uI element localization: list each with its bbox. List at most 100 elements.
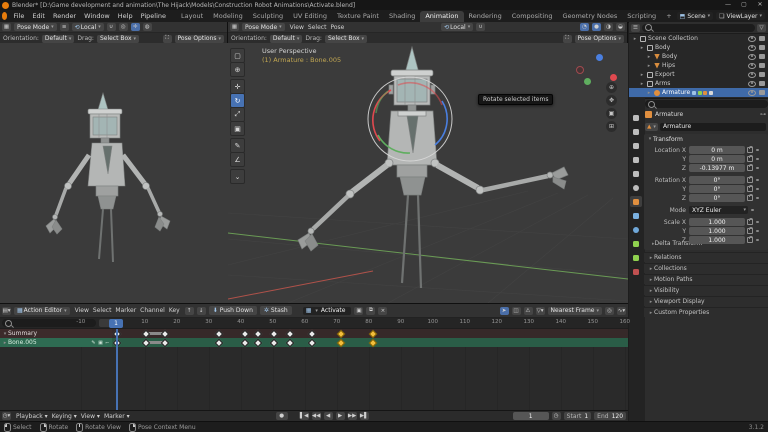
auto-keying-record-button[interactable]: ● xyxy=(276,412,288,420)
next-keyframe-button[interactable]: ▶▶ xyxy=(348,412,357,420)
action-selector[interactable]: ▦▾ Activate xyxy=(303,307,352,315)
pose-options-dropdown[interactable]: Pose Options▾ xyxy=(575,35,624,43)
transform-orientation-dropdown[interactable]: ⟲Local▾ xyxy=(441,23,473,31)
editor-type-icon[interactable]: ▦ xyxy=(2,23,11,31)
viewport-menu-select[interactable]: Select xyxy=(306,24,329,31)
transform-panel-header[interactable]: ▾ Transform xyxy=(644,134,768,144)
dopesheet-menu-select[interactable]: Select xyxy=(91,307,114,314)
drag-dropdown[interactable]: Select Box▾ xyxy=(97,35,139,43)
play-button[interactable]: ▶ xyxy=(336,412,345,420)
menu-edit[interactable]: Edit xyxy=(28,10,49,22)
field-value[interactable]: 0° xyxy=(689,194,745,202)
cursor-tool[interactable]: ⊕ xyxy=(230,62,245,77)
menu-render[interactable]: Render xyxy=(49,10,80,22)
shading-rendered-icon[interactable]: ◒ xyxy=(616,23,625,31)
expand-icon[interactable]: ▸ xyxy=(632,36,638,42)
dopesheet-menu-channel[interactable]: Channel xyxy=(138,307,167,314)
viewport-menu-view[interactable]: View xyxy=(288,24,306,31)
prev-keyframe-button[interactable]: ◀◀ xyxy=(312,412,321,420)
filter-icon[interactable]: ▽▾ xyxy=(536,307,545,315)
properties-tab-scene[interactable] xyxy=(630,168,642,179)
orientation-dropdown[interactable]: Default▾ xyxy=(270,35,302,43)
channel-summary[interactable]: ▾Summary xyxy=(0,329,112,338)
field-value[interactable]: -0.13977 m xyxy=(689,164,745,172)
hide-in-viewport-icon[interactable] xyxy=(748,81,756,87)
snap-dropdown[interactable]: Nearest Frame▾ xyxy=(548,307,602,315)
play-reverse-button[interactable]: ◀ xyxy=(324,412,333,420)
hide-hidden-icon[interactable]: ◫ xyxy=(512,307,521,315)
lock-icon[interactable] xyxy=(747,165,753,171)
animate-dot[interactable] xyxy=(756,230,759,233)
measure-tool[interactable]: ∠ xyxy=(230,152,245,167)
tab-compositing[interactable]: Compositing xyxy=(507,11,558,22)
disable-in-renders-icon[interactable] xyxy=(759,45,765,50)
menu-pipeline[interactable]: Pipeline xyxy=(137,10,170,22)
snap-magnet-icon[interactable]: ∪ xyxy=(476,23,485,31)
field-value[interactable]: 0° xyxy=(689,176,745,184)
properties-tab-constraints[interactable] xyxy=(630,238,642,249)
disable-in-renders-icon[interactable] xyxy=(759,63,765,68)
pose-options-dropdown[interactable]: Pose Options▾ xyxy=(175,35,224,43)
object-name-field[interactable]: Armature xyxy=(660,123,766,131)
animate-dot[interactable] xyxy=(756,188,759,191)
zoom-button[interactable]: ⊕ xyxy=(606,82,617,93)
outliner-row-body[interactable]: ▸Body xyxy=(629,52,768,61)
mute-checkbox[interactable]: ▣ xyxy=(98,340,103,346)
view-layer-selector[interactable]: ❏ViewLayer▾ xyxy=(716,12,765,20)
frame-end-field[interactable]: End120 xyxy=(594,412,626,420)
drag-dropdown[interactable]: Select Box▾ xyxy=(325,35,367,43)
extra-tool[interactable]: ⌄ xyxy=(230,169,245,184)
section-motion-paths[interactable]: ▸Motion Paths xyxy=(644,274,768,284)
tab-texture-paint[interactable]: Texture Paint xyxy=(332,11,384,22)
axis-x-ball[interactable] xyxy=(610,74,617,81)
expand-icon[interactable]: ▸ xyxy=(639,81,645,87)
editor-type-icon[interactable]: ☰ xyxy=(631,24,640,32)
outliner-row-armature[interactable]: ▸Armature xyxy=(629,88,768,97)
menu-file[interactable]: File xyxy=(9,10,28,22)
pan-button[interactable]: ✥ xyxy=(606,95,617,106)
field-value[interactable]: 0 m xyxy=(689,146,745,154)
properties-tab-render[interactable] xyxy=(630,126,642,137)
outliner-row-arms[interactable]: ▸Arms xyxy=(629,79,768,88)
menu-help[interactable]: Help xyxy=(114,10,137,22)
xray-icon[interactable]: ⛶ xyxy=(163,35,172,43)
proportional-icon[interactable]: ◎ xyxy=(605,307,614,315)
animate-dot[interactable] xyxy=(756,239,759,242)
lock-icon[interactable]: ⌐ xyxy=(105,340,109,346)
animate-dot[interactable] xyxy=(756,179,759,182)
hide-in-viewport-icon[interactable] xyxy=(748,90,756,96)
hide-in-viewport-icon[interactable] xyxy=(748,45,756,51)
camera-view-button[interactable]: ▣ xyxy=(606,108,617,119)
section-visibility[interactable]: ▸Visibility xyxy=(644,285,768,295)
outliner-row-body[interactable]: ▸Body xyxy=(629,43,768,52)
move-channel-up-icon[interactable]: ↑ xyxy=(185,307,194,315)
close-button[interactable]: ✕ xyxy=(752,0,768,10)
animate-dot[interactable] xyxy=(756,149,759,152)
hamburger-menu-icon[interactable]: ≡ xyxy=(60,23,69,31)
section-collections[interactable]: ▸Collections xyxy=(644,263,768,273)
mode-dropdown[interactable]: Pose Mode▾ xyxy=(242,23,285,31)
scale-tool[interactable]: ⤢ xyxy=(230,107,245,122)
properties-search-input[interactable] xyxy=(645,100,768,108)
editor-mode-dropdown[interactable]: ▦Action Editor▾ xyxy=(14,307,70,315)
shading-wireframe-icon[interactable]: ◔ xyxy=(580,23,589,31)
lock-icon[interactable] xyxy=(747,195,753,201)
frame-start-field[interactable]: Start1 xyxy=(564,412,592,420)
filter-icon[interactable]: ▽ xyxy=(757,24,766,32)
disable-in-renders-icon[interactable] xyxy=(759,90,765,95)
maximize-button[interactable]: ▢ xyxy=(736,0,752,10)
animate-dot[interactable] xyxy=(756,197,759,200)
axis-x-neg-ball[interactable] xyxy=(576,66,584,74)
new-action-icon[interactable]: ⧉ xyxy=(366,307,375,315)
lock-icon[interactable] xyxy=(747,219,753,225)
viewport-left-canvas[interactable] xyxy=(0,43,228,303)
timeline-menu-keying[interactable]: Keying ▾ xyxy=(50,413,79,420)
expand-icon[interactable]: ▸ xyxy=(646,63,652,69)
field-value[interactable]: 0° xyxy=(689,185,745,193)
timeline-menu-view[interactable]: View ▾ xyxy=(79,413,102,420)
current-frame-badge[interactable]: 1 xyxy=(109,319,123,328)
overlays-toggle-icon[interactable]: ◍ xyxy=(143,23,152,31)
animate-dot[interactable] xyxy=(756,167,759,170)
hide-in-viewport-icon[interactable] xyxy=(748,72,756,78)
blender-menu-icon[interactable] xyxy=(2,12,7,20)
